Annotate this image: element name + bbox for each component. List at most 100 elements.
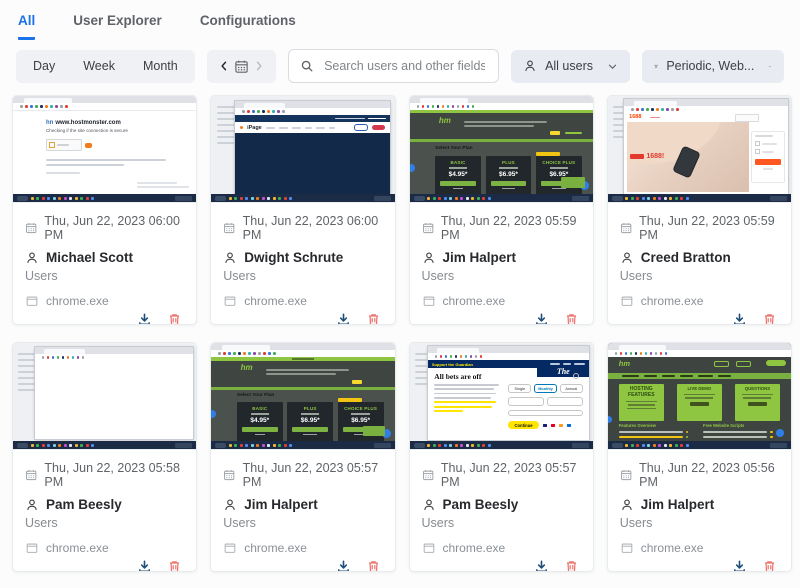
- feature-box-title: HOSTING FEATURES: [619, 387, 664, 399]
- calendar-icon: [620, 468, 632, 482]
- delete-button[interactable]: [366, 312, 381, 325]
- week-button[interactable]: Week: [69, 53, 129, 80]
- screenshot-card[interactable]: 1688 1688!: [607, 95, 792, 325]
- day-button[interactable]: Day: [19, 53, 69, 80]
- application-name: chrome.exe: [443, 294, 506, 308]
- plan-name: CHOICE PLUS: [338, 406, 384, 411]
- select-button: [242, 427, 278, 432]
- card-info: Thu, Jun 22, 2023 05:59 PM Jim Halpert U…: [410, 203, 593, 325]
- download-button[interactable]: [534, 312, 549, 325]
- section-heading: Features Overview: [619, 423, 689, 428]
- download-icon: [336, 559, 351, 572]
- delete-button[interactable]: [564, 312, 579, 325]
- header-cta: [766, 360, 786, 366]
- site-url: www.hostmonster.com: [55, 120, 120, 126]
- windows-taskbar: [13, 441, 196, 449]
- chevron-left-icon: [218, 60, 230, 72]
- screenshot-thumbnail[interactable]: Support the Guardian The All bets are of…: [410, 343, 593, 450]
- previous-date-button[interactable]: [216, 58, 232, 74]
- screenshot-thumbnail[interactable]: 1688 1688!: [608, 96, 791, 203]
- captcha-box: [46, 139, 82, 151]
- download-button[interactable]: [336, 312, 351, 325]
- user-name: Dwight Schrute: [244, 250, 343, 265]
- trash-icon: [762, 559, 777, 572]
- screenshot-thumbnail[interactable]: hm HOSTING FEATURES LIVE DEMO: [608, 343, 791, 450]
- feature-box: LIVE DEMO: [677, 384, 722, 421]
- tab-configurations[interactable]: Configurations: [200, 13, 296, 40]
- cloudflare-mark: [85, 143, 92, 148]
- screenshot-thumbnail[interactable]: hm Select Your Plan BASIC $4.95* PLUS: [410, 96, 593, 203]
- screenshot-card[interactable]: iPage Thu, Jun 22, 2023 06:00 PM Dwight …: [210, 95, 395, 325]
- download-button[interactable]: [137, 559, 152, 572]
- application-name: chrome.exe: [244, 541, 307, 555]
- screenshot-thumbnail[interactable]: hm Select Your Plan BASIC $4.95* PLUS: [211, 343, 394, 450]
- capture-datetime: Thu, Jun 22, 2023 05:56 PM: [639, 461, 779, 489]
- delete-button[interactable]: [366, 559, 381, 572]
- pricing-section: Select Your Plan BASIC $4.95* PLUS $6.95…: [410, 142, 593, 202]
- screenshot-card[interactable]: hm Select Your Plan BASIC $4.95* PLUS: [210, 342, 395, 572]
- calendar-icon: [223, 221, 235, 235]
- screenshot-card[interactable]: hm HOSTING FEATURES LIVE DEMO: [607, 342, 792, 572]
- download-button[interactable]: [336, 559, 351, 572]
- card-info: Thu, Jun 22, 2023 06:00 PM Michael Scott…: [13, 203, 196, 325]
- type-filter-dropdown[interactable]: Periodic, Web...: [642, 50, 784, 83]
- period-segmented-control: Day Week Month: [16, 50, 195, 83]
- delete-button[interactable]: [167, 312, 182, 325]
- next-date-button[interactable]: [251, 58, 267, 74]
- frequency-option: Single: [508, 384, 531, 393]
- calendar-picker-button[interactable]: [232, 57, 251, 76]
- delete-button[interactable]: [762, 559, 777, 572]
- download-button[interactable]: [732, 559, 747, 572]
- select-button: [491, 181, 527, 186]
- user-name: Pam Beesly: [46, 497, 122, 512]
- guardian-payment-panel: Single Monthly Annual Continue: [508, 384, 582, 429]
- card-actions: [25, 555, 184, 572]
- browser-tab-strip: [608, 343, 791, 350]
- delete-button[interactable]: [564, 559, 579, 572]
- download-icon: [137, 559, 152, 572]
- screenshot-thumbnail[interactable]: iPage: [211, 96, 394, 203]
- application-window-icon: [223, 541, 237, 555]
- screenshot-card[interactable]: Support the Guardian The All bets are of…: [409, 342, 594, 572]
- capture-datetime: Thu, Jun 22, 2023 05:57 PM: [441, 461, 581, 489]
- download-button[interactable]: [137, 312, 152, 325]
- card-info: Thu, Jun 22, 2023 05:57 PM Pam Beesly Us…: [410, 450, 593, 572]
- person-icon: [422, 251, 436, 265]
- screenshot-card[interactable]: hm Select Your Plan BASIC $4.95* PLUS: [409, 95, 594, 325]
- info-circle: [573, 373, 579, 379]
- windows-taskbar: [13, 194, 196, 202]
- plan-name: BASIC: [435, 160, 481, 165]
- screenshot-thumbnail[interactable]: hn www.hostmonster.com Checking if the s…: [13, 96, 196, 203]
- application-window-icon: [25, 294, 39, 308]
- card-actions: [223, 555, 382, 572]
- plan-price: $6.95*: [287, 417, 333, 424]
- search-input[interactable]: [322, 58, 487, 74]
- card-actions: [422, 555, 581, 572]
- month-button[interactable]: Month: [129, 53, 192, 80]
- plan-name: PLUS: [287, 406, 333, 411]
- screenshot-thumbnail[interactable]: [13, 343, 196, 450]
- delete-button[interactable]: [762, 312, 777, 325]
- header-pill: [714, 361, 729, 367]
- frequency-option-selected: Monthly: [534, 384, 557, 393]
- card-info: Thu, Jun 22, 2023 05:57 PM Jim Halpert U…: [211, 450, 394, 572]
- delete-button[interactable]: [167, 559, 182, 572]
- windows-taskbar: [608, 194, 791, 202]
- browser-tab-strip: [13, 96, 196, 103]
- exclusive-badge: [338, 398, 362, 402]
- search-box[interactable]: [288, 49, 499, 83]
- application-name: chrome.exe: [244, 294, 307, 308]
- download-button[interactable]: [732, 312, 747, 325]
- tab-user-explorer[interactable]: User Explorer: [73, 13, 162, 40]
- green-boxes-row: HOSTING FEATURES LIVE DEMO QUESTIONS: [619, 384, 780, 421]
- download-icon: [534, 559, 549, 572]
- frequency-option: Annual: [560, 384, 583, 393]
- download-button[interactable]: [534, 559, 549, 572]
- users-filter-dropdown[interactable]: All users: [511, 50, 630, 83]
- ipage-logo: iPage: [247, 125, 262, 131]
- chrome-window: iPage: [235, 101, 390, 194]
- screenshot-card[interactable]: hn www.hostmonster.com Checking if the s…: [12, 95, 197, 325]
- tab-all[interactable]: All: [18, 13, 35, 40]
- screenshot-card[interactable]: Thu, Jun 22, 2023 05:58 PM Pam Beesly Us…: [12, 342, 197, 572]
- person-icon: [620, 498, 634, 512]
